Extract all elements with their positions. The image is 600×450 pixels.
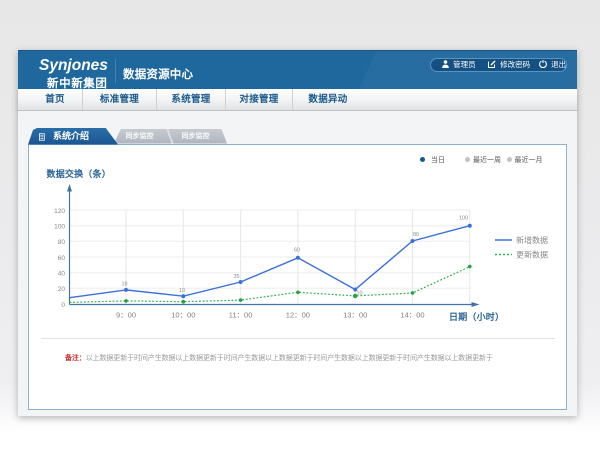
svg-text:10: 10 <box>357 291 363 297</box>
svg-text:13：00: 13：00 <box>343 311 367 320</box>
svg-text:120: 120 <box>54 208 65 215</box>
svg-text:18: 18 <box>122 282 128 288</box>
svg-text:11：00: 11：00 <box>229 311 253 320</box>
svg-text:14：00: 14：00 <box>400 311 424 320</box>
svg-text:9：00: 9：00 <box>116 311 136 320</box>
svg-text:数据交换（条）: 数据交换（条） <box>47 168 111 179</box>
svg-text:100: 100 <box>459 216 468 222</box>
svg-text:10：00: 10：00 <box>171 311 195 320</box>
svg-text:60: 60 <box>294 248 300 254</box>
svg-text:80: 80 <box>58 239 66 246</box>
svg-text:35: 35 <box>234 274 240 280</box>
svg-text:12：00: 12：00 <box>286 311 310 320</box>
svg-text:日期（小时）: 日期（小时） <box>449 311 504 322</box>
svg-text:60: 60 <box>58 255 66 262</box>
svg-text:10: 10 <box>179 288 185 294</box>
svg-text:0: 0 <box>61 302 65 309</box>
svg-text:新增数据: 新增数据 <box>516 235 548 245</box>
svg-text:80: 80 <box>413 232 419 238</box>
svg-text:更新数据: 更新数据 <box>516 250 548 260</box>
svg-text:40: 40 <box>58 271 66 278</box>
svg-text:20: 20 <box>58 286 66 293</box>
svg-text:100: 100 <box>54 224 65 231</box>
